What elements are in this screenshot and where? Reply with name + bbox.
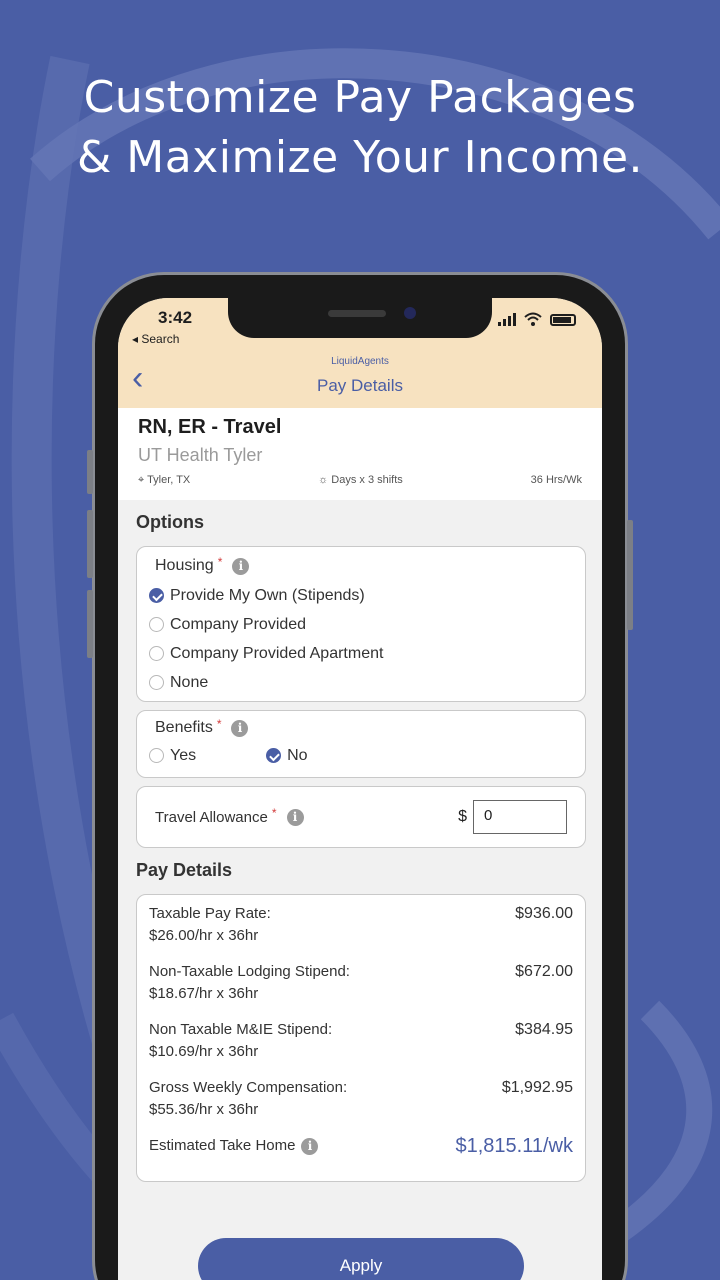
benefits-label: Benefits * i bbox=[155, 717, 573, 737]
housing-option-none[interactable]: None bbox=[149, 668, 573, 697]
pay-row-label: Gross Weekly Compensation: bbox=[149, 1079, 348, 1096]
page-title: Pay Details bbox=[317, 376, 403, 395]
phone-notch bbox=[228, 298, 492, 338]
job-meta: ⌖ Tyler, TX ☼ Days x 3 shifts 36 Hrs/Wk bbox=[138, 474, 582, 487]
pay-row-sub: $55.36/hr x 36hr bbox=[149, 1101, 259, 1118]
travel-allowance-input[interactable]: 0 bbox=[473, 800, 567, 834]
job-summary: RN, ER - Travel UT Health Tyler ⌖ Tyler,… bbox=[118, 408, 602, 500]
radio-empty-icon[interactable] bbox=[149, 748, 164, 763]
pay-row-lodging: Non-Taxable Lodging Stipend: $18.67/hr x … bbox=[149, 961, 573, 1005]
phone-side-button bbox=[87, 590, 93, 658]
front-camera bbox=[404, 307, 416, 319]
pay-row-take-home: Estimated Take Home i $1,815.11/wk bbox=[149, 1135, 573, 1157]
job-hours: 36 Hrs/Wk bbox=[530, 474, 582, 486]
benefits-option-no[interactable]: No bbox=[266, 741, 308, 770]
status-time: 3:42 bbox=[158, 308, 193, 327]
options-heading: Options bbox=[136, 512, 204, 532]
job-facility: UT Health Tyler bbox=[138, 445, 263, 465]
housing-options: Provide My Own (Stipends) Company Provid… bbox=[149, 581, 573, 697]
radio-empty-icon[interactable] bbox=[149, 646, 164, 661]
required-mark: * bbox=[217, 555, 223, 569]
housing-option-apartment[interactable]: Company Provided Apartment bbox=[149, 639, 573, 668]
housing-option-company[interactable]: Company Provided bbox=[149, 610, 573, 639]
battery-icon bbox=[550, 314, 576, 326]
currency-symbol: $ bbox=[458, 808, 467, 825]
job-location: ⌖ Tyler, TX bbox=[138, 474, 191, 486]
apply-button[interactable]: Apply bbox=[198, 1238, 524, 1280]
pay-row-label: Non-Taxable Lodging Stipend: bbox=[149, 963, 350, 980]
headline-line-2: & Maximize Your Income. bbox=[76, 132, 644, 183]
pay-row-label: Taxable Pay Rate: bbox=[149, 905, 271, 922]
job-schedule: ☼ Days x 3 shifts bbox=[318, 474, 403, 486]
pay-row-amount: $1,992.95 bbox=[501, 1079, 573, 1096]
radio-empty-icon[interactable] bbox=[149, 675, 164, 690]
take-home-value: $1,815.11/wk bbox=[455, 1135, 574, 1157]
pay-row-label: Non Taxable M&IE Stipend: bbox=[149, 1021, 333, 1038]
benefits-card: Benefits * i Yes No bbox=[136, 710, 586, 778]
info-icon[interactable]: i bbox=[286, 808, 304, 826]
status-icons bbox=[498, 312, 576, 326]
benefits-option-yes[interactable]: Yes bbox=[149, 741, 196, 770]
pay-row-taxable: Taxable Pay Rate: $26.00/hr x 36hr $936.0… bbox=[149, 903, 573, 947]
benefits-options: Yes No bbox=[149, 741, 573, 770]
info-icon[interactable]: i bbox=[301, 1137, 319, 1155]
housing-option-own[interactable]: Provide My Own (Stipends) bbox=[149, 581, 573, 610]
pay-row-sub: $26.00/hr x 36hr bbox=[149, 927, 259, 944]
signal-icon bbox=[498, 313, 516, 326]
pay-details-card: Taxable Pay Rate: $26.00/hr x 36hr $936.0… bbox=[136, 894, 586, 1182]
phone-side-button bbox=[87, 450, 93, 494]
speaker-grille bbox=[328, 310, 386, 317]
take-home-label: Estimated Take Home bbox=[149, 1137, 296, 1154]
pay-row-amount: $384.95 bbox=[515, 1021, 573, 1038]
liquidagents-logo: LiquidAgents bbox=[331, 356, 389, 367]
required-mark: * bbox=[271, 806, 277, 820]
info-icon[interactable]: i bbox=[231, 719, 249, 737]
pay-row-amount: $672.00 bbox=[515, 963, 573, 980]
housing-label: Housing * i bbox=[155, 555, 573, 575]
travel-allowance-card: Travel Allowance * i $ 0 bbox=[136, 786, 586, 848]
job-title: RN, ER - Travel bbox=[138, 416, 282, 438]
promo-headline: Customize Pay Packages & Maximize Your I… bbox=[0, 68, 720, 188]
phone-power-button bbox=[627, 520, 633, 630]
pay-row-sub: $10.69/hr x 36hr bbox=[149, 1043, 259, 1060]
radio-checked-icon[interactable] bbox=[149, 588, 164, 603]
pay-row-mie: Non Taxable M&IE Stipend: $10.69/hr x 36h… bbox=[149, 1019, 573, 1063]
radio-checked-icon[interactable] bbox=[266, 748, 282, 763]
map-pin-icon: ⌖ bbox=[138, 474, 148, 486]
back-to-search-link[interactable]: ◂ Search bbox=[132, 332, 179, 346]
housing-card: Housing * i Provide My Own (Stipends) Com… bbox=[136, 546, 586, 702]
travel-allowance-label: Travel Allowance * i bbox=[155, 806, 304, 826]
wifi-icon bbox=[524, 312, 542, 326]
pay-row-gross: Gross Weekly Compensation: $55.36/hr x 36… bbox=[149, 1077, 573, 1121]
travel-allowance-input-group: $ 0 bbox=[458, 800, 567, 834]
pay-details-heading: Pay Details bbox=[136, 860, 233, 880]
phone-screen: 3:42 ◂ Search ‹ LiquidAgents Pay Details… bbox=[118, 298, 602, 1280]
headline-line-1: Customize Pay Packages bbox=[83, 72, 637, 123]
content-area: Options Housing * i Provide My Own (Stipe… bbox=[118, 500, 602, 1280]
sun-icon: ☼ bbox=[318, 474, 332, 486]
radio-empty-icon[interactable] bbox=[149, 617, 164, 632]
required-mark: * bbox=[216, 717, 222, 731]
phone-side-button bbox=[87, 510, 93, 578]
pay-row-amount: $936.00 bbox=[515, 905, 573, 922]
info-icon[interactable]: i bbox=[232, 557, 250, 575]
pay-row-sub: $18.67/hr x 36hr bbox=[149, 985, 259, 1002]
